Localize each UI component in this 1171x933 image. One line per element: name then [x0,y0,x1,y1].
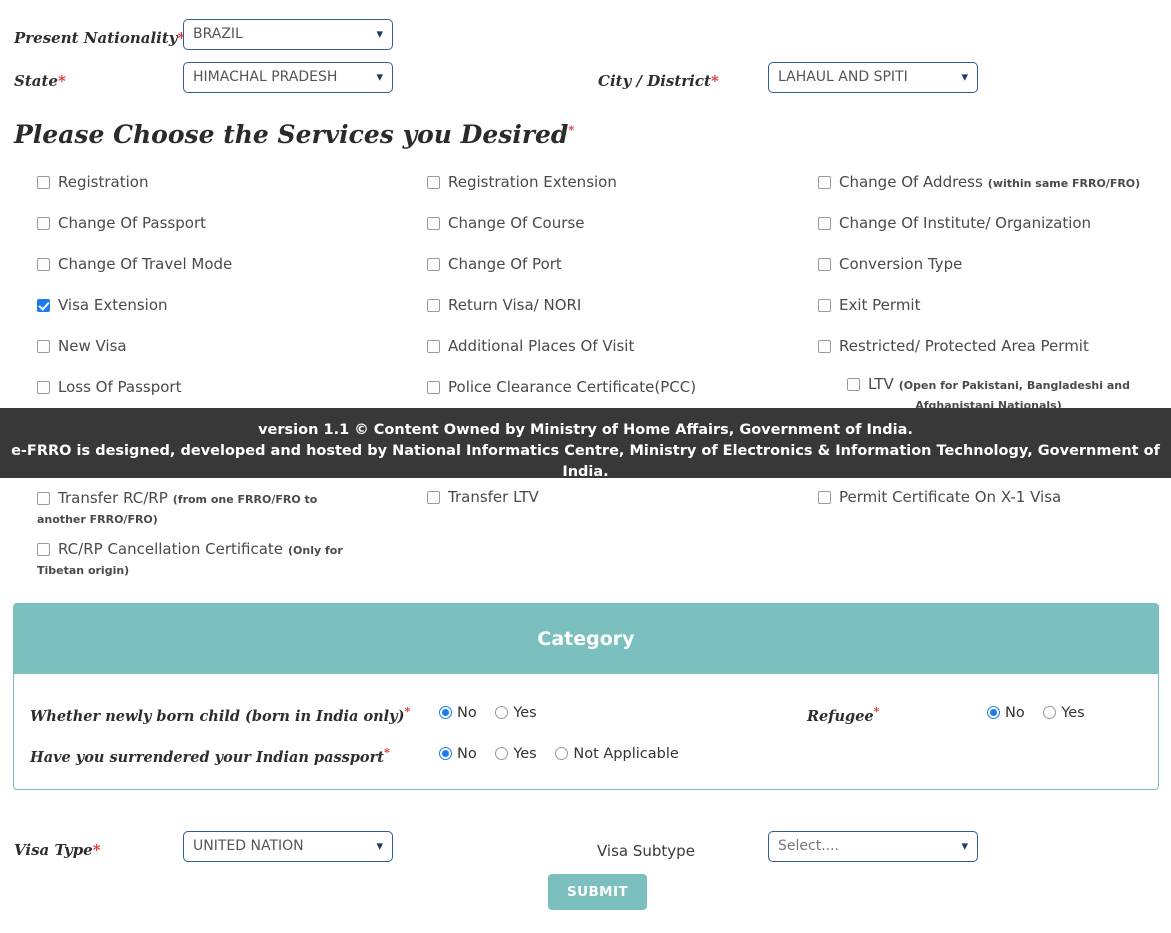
location-fields-zone: Present Nationality* BRAZIL ▾ State* HIM… [0,0,1171,110]
checkbox-icon[interactable] [818,299,831,312]
services-section-title: Please Choose the Services you Desired* [14,120,575,149]
radio-option-yes[interactable]: Yes [495,746,537,762]
state-select[interactable]: HIMACHAL PRADESH ▾ [183,62,393,93]
service-checkbox-exit-permit[interactable]: Exit Permit [818,296,920,314]
checkbox-icon[interactable] [427,217,440,230]
checkbox-icon[interactable] [818,176,831,189]
checkbox-icon[interactable] [847,378,861,391]
checkbox-icon[interactable] [818,340,831,353]
visa-subtype-select[interactable]: Select.... ▾ [768,831,978,862]
refugee-radio-group[interactable]: No Yes [987,705,1099,721]
radio-option-no[interactable]: No [439,705,477,721]
checkbox-icon[interactable] [427,176,440,189]
radio-icon[interactable] [439,747,452,760]
chevron-down-icon: ▾ [376,839,383,854]
checkbox-icon[interactable] [427,340,440,353]
service-checkbox-change-of-travel-mode[interactable]: Change Of Travel Mode [37,255,232,273]
service-checkbox-loss-of-passport[interactable]: Loss Of Passport [37,378,181,396]
checkbox-icon[interactable] [37,543,50,556]
checkbox-icon[interactable] [818,217,831,230]
radio-icon[interactable] [495,706,509,719]
city-district-label: City / District* [598,72,719,90]
checkbox-icon[interactable] [37,299,50,312]
visa-subtype-label: Visa Subtype [597,842,695,860]
checkbox-icon[interactable] [37,258,50,271]
chevron-down-icon: ▾ [376,27,383,42]
service-checkbox-transfer-rc-rp[interactable]: Transfer RC/RP (from one FRRO/FRO to anot… [37,488,367,529]
service-checkbox-police-clearance-certificate[interactable]: Police Clearance Certificate(PCC) [427,378,696,396]
radio-option-no[interactable]: No [987,705,1025,721]
city-district-select[interactable]: LAHAUL AND SPITI ▾ [768,62,978,93]
newly-born-child-label: Whether newly born child (born in India … [30,705,411,725]
checkbox-icon[interactable] [818,491,831,504]
service-checkbox-new-visa[interactable]: New Visa [37,337,127,355]
checkbox-icon[interactable] [37,381,50,394]
visa-type-select[interactable]: UNITED NATION ▾ [183,831,393,862]
service-checkbox-rc-rp-cancellation-certificate[interactable]: RC/RP Cancellation Certificate (Only for … [37,539,367,580]
service-checkbox-return-visa-nori[interactable]: Return Visa/ NORI [427,296,581,314]
service-checkbox-additional-places-of-visit[interactable]: Additional Places Of Visit [427,337,634,355]
service-checkbox-visa-extension[interactable]: Visa Extension [37,296,168,314]
surrendered-indian-passport-label: Have you surrendered your Indian passpor… [30,746,390,766]
chevron-down-icon: ▾ [961,70,968,85]
checkbox-icon[interactable] [427,258,440,271]
footer-line-2: e-FRRO is designed, developed and hosted… [11,443,1160,481]
radio-option-yes[interactable]: Yes [1043,705,1085,721]
chevron-down-icon: ▾ [376,70,383,85]
checkbox-icon[interactable] [427,381,440,394]
surrendered-indian-passport-radio-group[interactable]: No Yes Not Applicable [439,746,693,762]
checkbox-icon[interactable] [427,491,440,504]
service-checkbox-restricted-protected-area-permit[interactable]: Restricted/ Protected Area Permit [818,337,1089,355]
visa-type-label: Visa Type* [14,841,101,859]
radio-option-yes[interactable]: Yes [495,705,537,721]
service-checkbox-permit-certificate-on-x1-visa[interactable]: Permit Certificate On X-1 Visa [818,488,1061,506]
service-checkbox-change-of-passport[interactable]: Change Of Passport [37,214,206,232]
service-checkbox-change-of-course[interactable]: Change Of Course [427,214,584,232]
refugee-label: Refugee* [807,705,880,725]
service-checkbox-registration-extension[interactable]: Registration Extension [427,173,617,191]
service-checkbox-change-of-address[interactable]: Change Of Address (within same FRRO/FRO) [818,173,1140,191]
service-checkbox-transfer-ltv[interactable]: Transfer LTV [427,488,539,506]
state-label: State* [14,72,66,90]
checkbox-icon[interactable] [37,176,50,189]
radio-option-no[interactable]: No [439,746,477,762]
footer-line-1: version 1.1 © Content Owned by Ministry … [258,422,913,438]
service-checkbox-conversion-type[interactable]: Conversion Type [818,255,962,273]
category-panel-header: Category [14,604,1158,674]
present-nationality-label: Present Nationality* [14,29,186,47]
service-checkbox-registration[interactable]: Registration [37,173,148,191]
service-checkbox-change-of-port[interactable]: Change Of Port [427,255,562,273]
service-checkbox-change-of-institute-organization[interactable]: Change Of Institute/ Organization [818,214,1091,232]
chevron-down-icon: ▾ [961,839,968,854]
radio-icon[interactable] [1043,706,1057,719]
present-nationality-select[interactable]: BRAZIL ▾ [183,19,393,50]
footer-copyright-band: version 1.1 © Content Owned by Ministry … [0,408,1171,480]
radio-icon[interactable] [495,747,509,760]
category-panel: Category Whether newly born child (born … [13,603,1159,790]
newly-born-child-radio-group[interactable]: No Yes [439,705,551,721]
radio-icon[interactable] [439,706,452,719]
radio-icon[interactable] [555,747,569,760]
submit-button[interactable]: SUBMIT [548,874,647,910]
radio-icon[interactable] [987,706,1000,719]
checkbox-icon[interactable] [37,340,50,353]
checkbox-icon[interactable] [818,258,831,271]
checkbox-icon[interactable] [37,492,50,505]
checkbox-icon[interactable] [427,299,440,312]
radio-option-not-applicable[interactable]: Not Applicable [555,746,679,762]
checkbox-icon[interactable] [37,217,50,230]
